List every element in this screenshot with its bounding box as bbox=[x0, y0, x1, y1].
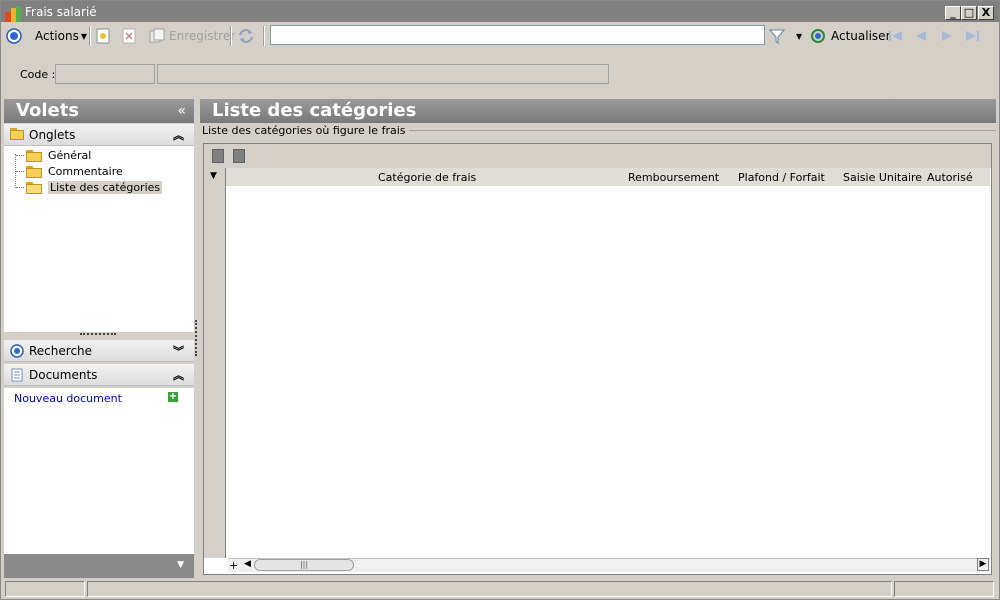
new-document-link[interactable]: Nouveau document bbox=[14, 392, 122, 405]
first-record-icon[interactable] bbox=[888, 23, 904, 49]
grid-add-row-icon[interactable] bbox=[212, 149, 224, 163]
column-header-authorized[interactable]: Autorisé bbox=[927, 171, 973, 184]
column-header-ceiling[interactable]: Plafond / Forfait bbox=[738, 171, 825, 184]
navigation-icon[interactable] bbox=[6, 23, 22, 49]
next-record-icon[interactable] bbox=[940, 23, 954, 49]
actions-menu-button[interactable]: Actions ▼ bbox=[35, 23, 87, 49]
open-folder-icon bbox=[26, 181, 42, 194]
previous-record-icon[interactable] bbox=[914, 23, 928, 49]
chevron-up-icon[interactable]: ︽ bbox=[173, 127, 184, 143]
save-icon bbox=[149, 28, 165, 43]
page-title: Liste des catégories bbox=[200, 99, 996, 123]
column-header-category[interactable]: Catégorie de frais bbox=[378, 171, 476, 184]
status-cell bbox=[894, 581, 994, 597]
chevron-down-icon: ▼ bbox=[80, 31, 87, 41]
tree-item-general[interactable]: Général bbox=[26, 148, 91, 163]
tabs-section-label: Onglets bbox=[29, 127, 76, 142]
panel-splitter[interactable] bbox=[195, 320, 198, 356]
collapse-panel-icon[interactable]: « bbox=[177, 99, 186, 123]
folder-icon bbox=[26, 165, 42, 178]
close-button[interactable]: X bbox=[978, 6, 994, 20]
side-panel-title: Volets bbox=[16, 100, 80, 121]
document-icon bbox=[11, 368, 23, 381]
tree-item-comment[interactable]: Commentaire bbox=[26, 164, 123, 179]
scroll-left-icon[interactable]: ◀ bbox=[244, 559, 251, 569]
chevron-up-icon[interactable]: ︽ bbox=[173, 367, 184, 383]
documents-section-label: Documents bbox=[29, 367, 98, 382]
refresh-button[interactable]: Actualiser bbox=[810, 23, 891, 49]
status-bar bbox=[1, 579, 999, 599]
folder-icon bbox=[10, 127, 24, 142]
documents-section-header[interactable]: Documents ︽ bbox=[4, 364, 194, 386]
row-indicator-column: ▼ bbox=[204, 168, 226, 558]
group-divider bbox=[380, 130, 996, 131]
categories-grid bbox=[203, 143, 992, 575]
code-description-field[interactable] bbox=[157, 64, 609, 84]
search-section-label: Recherche bbox=[29, 343, 93, 358]
title-bar[interactable]: Frais salarié _ □ X bbox=[1, 1, 999, 22]
search-icon bbox=[10, 343, 24, 358]
app-logo-icon bbox=[5, 6, 21, 22]
tree-item-categories[interactable]: Liste des catégories bbox=[26, 180, 163, 195]
actions-label: Actions bbox=[35, 29, 79, 43]
search-input[interactable] bbox=[270, 25, 765, 45]
status-cell bbox=[87, 581, 892, 597]
last-record-icon[interactable] bbox=[964, 23, 980, 49]
new-record-icon[interactable] bbox=[96, 23, 110, 49]
resize-grip[interactable] bbox=[80, 333, 116, 336]
save-label: Enregistrer bbox=[169, 29, 236, 43]
folder-icon bbox=[26, 149, 42, 162]
side-panel-header: Volets « bbox=[4, 99, 194, 123]
filter-dropdown-icon[interactable]: ▼ bbox=[796, 23, 802, 49]
group-label: Liste des catégories où figure le frais bbox=[202, 124, 409, 137]
tree-item-label: Liste des catégories bbox=[48, 181, 163, 194]
tabs-section-header[interactable]: Onglets ︽ bbox=[4, 124, 194, 146]
grid-header: Catégorie de frais Remboursement Plafond… bbox=[226, 168, 990, 186]
minimize-button[interactable]: _ bbox=[945, 6, 961, 20]
chevron-down-icon[interactable]: ▼ bbox=[210, 171, 217, 181]
refresh-label: Actualiser bbox=[831, 29, 891, 43]
documents-area bbox=[4, 388, 194, 554]
add-document-icon[interactable]: + bbox=[168, 392, 178, 402]
maximize-button[interactable]: □ bbox=[961, 6, 977, 20]
column-header-reimbursement[interactable]: Remboursement bbox=[628, 171, 719, 184]
save-button[interactable]: Enregistrer bbox=[149, 23, 235, 49]
grid-toolbar bbox=[204, 144, 991, 168]
column-header-unit-entry[interactable]: Saisie Unitaire bbox=[843, 171, 922, 184]
expand-plus-icon[interactable]: + bbox=[229, 559, 238, 572]
scroll-right-icon[interactable]: ▶ bbox=[977, 558, 989, 571]
scrollbar-thumb[interactable]: ||| bbox=[254, 559, 354, 571]
window-title: Frais salarié bbox=[25, 5, 97, 19]
tree-item-label: Général bbox=[48, 149, 92, 162]
status-cell bbox=[5, 581, 85, 597]
chevron-down-icon[interactable]: ︾ bbox=[173, 343, 184, 359]
side-panel-footer: ▼ bbox=[4, 554, 194, 578]
delete-icon[interactable] bbox=[122, 23, 136, 49]
filter-icon[interactable] bbox=[768, 23, 786, 49]
grid-delete-row-icon[interactable] bbox=[233, 149, 245, 163]
refresh-icon bbox=[811, 29, 825, 43]
search-section-header[interactable]: Recherche ︾ bbox=[4, 340, 194, 362]
sync-icon[interactable] bbox=[237, 23, 255, 49]
code-field[interactable] bbox=[55, 64, 155, 84]
code-label: Code : bbox=[20, 68, 56, 81]
tree-item-label: Commentaire bbox=[48, 165, 123, 178]
expand-down-icon[interactable]: ▼ bbox=[177, 560, 184, 570]
